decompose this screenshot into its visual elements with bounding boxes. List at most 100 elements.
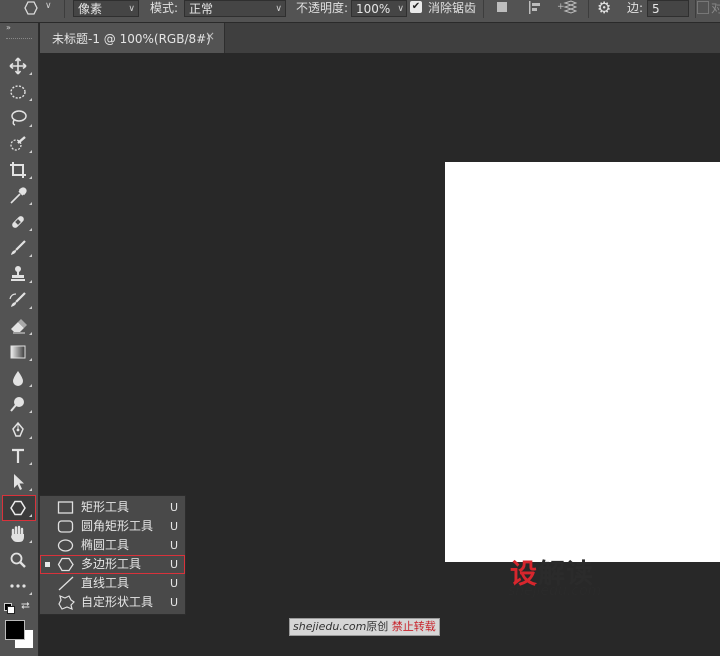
align-edges-label: 对 bbox=[711, 1, 720, 15]
site-logo-watermark: 设解读 shejiedu.com bbox=[508, 552, 628, 604]
bandage-icon bbox=[12, 216, 24, 228]
ellipse-icon bbox=[57, 539, 74, 552]
pen-icon bbox=[12, 421, 24, 437]
more-icon bbox=[10, 584, 26, 588]
menu-item-ellipse-tool[interactable]: 椭圆工具 U bbox=[40, 536, 185, 555]
lasso-tool[interactable] bbox=[3, 106, 35, 130]
history-brush-icon bbox=[9, 292, 26, 307]
brush-tool[interactable] bbox=[3, 236, 35, 260]
antialias-label: 消除锯齿 bbox=[428, 1, 477, 15]
eyedropper-icon bbox=[10, 187, 27, 204]
menu-item-label: 直线工具 bbox=[81, 576, 130, 590]
polygon-icon bbox=[24, 1, 38, 15]
chevron-down-icon: ∨ bbox=[275, 4, 282, 14]
blend-mode-value: 正常 bbox=[189, 2, 214, 16]
pen-tool[interactable] bbox=[3, 418, 35, 442]
quick-selection-icon bbox=[10, 136, 26, 151]
hand-icon bbox=[11, 525, 24, 542]
path-arrangement-icon[interactable]: + bbox=[557, 0, 577, 16]
menu-item-shortcut: U bbox=[170, 558, 179, 571]
type-icon bbox=[12, 448, 24, 463]
hand-tool[interactable] bbox=[3, 522, 35, 546]
sides-label: 边: bbox=[627, 1, 644, 15]
quick-selection-tool[interactable] bbox=[3, 132, 35, 156]
gradient-tool[interactable] bbox=[3, 340, 35, 364]
default-colors-icon[interactable] bbox=[4, 603, 15, 614]
history-brush-tool[interactable] bbox=[3, 288, 35, 312]
zoom-tool[interactable] bbox=[3, 548, 35, 572]
document-title: 未标题-1 @ 100%(RGB/8#) bbox=[52, 32, 211, 46]
line-icon bbox=[58, 576, 74, 591]
eraser-tool[interactable] bbox=[3, 314, 35, 338]
credit-badge: shejiedu.com原创 禁止转载 bbox=[289, 618, 440, 636]
crop-tool[interactable] bbox=[3, 158, 35, 182]
stamp-icon bbox=[11, 266, 25, 281]
panel-grip[interactable] bbox=[6, 38, 32, 41]
close-icon[interactable]: × bbox=[205, 29, 215, 43]
eyedropper-tool[interactable] bbox=[3, 184, 35, 208]
path-operations-icon[interactable] bbox=[494, 0, 510, 16]
rectangle-icon bbox=[57, 501, 74, 514]
polygon-icon bbox=[57, 557, 74, 572]
menu-item-label: 圆角矩形工具 bbox=[81, 519, 154, 533]
gradient-icon bbox=[10, 345, 26, 359]
ellipse-marquee-tool[interactable] bbox=[3, 80, 35, 104]
arrow-pointer-icon bbox=[14, 474, 24, 490]
blend-mode-dropdown[interactable]: 正常 ∨ bbox=[184, 0, 286, 17]
move-icon bbox=[9, 57, 27, 75]
align-edges-checkbox[interactable] bbox=[697, 1, 709, 14]
ellipse-marquee-icon bbox=[10, 85, 26, 99]
mode-label: 模式: bbox=[150, 1, 179, 15]
brush-icon bbox=[11, 240, 26, 255]
menu-item-label: 椭圆工具 bbox=[81, 538, 130, 552]
collapse-panel-icon[interactable]: » bbox=[6, 23, 11, 32]
credit-warning: 禁止转载 bbox=[391, 620, 436, 633]
swap-colors-icon[interactable]: ⮂ bbox=[21, 599, 30, 613]
clone-stamp-tool[interactable] bbox=[3, 262, 35, 286]
path-alignment-icon[interactable] bbox=[527, 0, 543, 16]
document-canvas[interactable] bbox=[445, 162, 720, 562]
sides-input[interactable]: 5 bbox=[647, 0, 689, 17]
path-selection-tool[interactable] bbox=[3, 470, 35, 494]
tool-mode-value: 像素 bbox=[78, 2, 103, 16]
opacity-input[interactable]: 100% ∨ bbox=[351, 0, 407, 17]
water-drop-icon bbox=[13, 371, 23, 386]
sides-value: 5 bbox=[652, 2, 660, 16]
blur-tool[interactable] bbox=[3, 366, 35, 390]
svg-text:+: + bbox=[557, 2, 565, 12]
tools-panel: » ⮂ bbox=[0, 23, 39, 656]
antialias-checkbox[interactable]: ✔ bbox=[410, 1, 422, 13]
opacity-value: 100% bbox=[356, 2, 391, 16]
dodge-tool[interactable] bbox=[3, 392, 35, 416]
menu-item-label: 多边形工具 bbox=[81, 557, 142, 571]
menu-item-custom-shape-tool[interactable]: 自定形状工具 U bbox=[40, 593, 185, 612]
menu-item-rectangle-tool[interactable]: 矩形工具 U bbox=[40, 498, 185, 517]
type-tool[interactable] bbox=[3, 444, 35, 468]
opacity-label: 不透明度: bbox=[296, 1, 349, 15]
polygon-tool[interactable] bbox=[2, 495, 36, 521]
options-bar: ∨ 像素 ∨ 模式: 正常 ∨ 不透明度: 100% ∨ ✔ 消除锯齿 + ⚙ … bbox=[0, 0, 720, 23]
edit-toolbar-button[interactable] bbox=[3, 574, 35, 598]
current-tool-marker bbox=[45, 562, 50, 567]
spot-healing-tool[interactable] bbox=[3, 210, 35, 234]
custom-shape-icon bbox=[58, 595, 75, 610]
foreground-color-swatch[interactable] bbox=[5, 620, 25, 640]
gear-icon[interactable]: ⚙ bbox=[597, 0, 611, 17]
tool-mode-dropdown[interactable]: 像素 ∨ bbox=[73, 0, 139, 17]
menu-item-label: 矩形工具 bbox=[81, 500, 130, 514]
credit-site: shejiedu.com bbox=[293, 620, 367, 633]
menu-item-label: 自定形状工具 bbox=[81, 595, 154, 609]
menu-item-polygon-tool[interactable]: 多边形工具 U bbox=[40, 555, 185, 574]
document-tab[interactable]: 未标题-1 @ 100%(RGB/8#) × bbox=[40, 23, 225, 53]
menu-item-line-tool[interactable]: 直线工具 U bbox=[40, 574, 185, 593]
polygon-preset-picker[interactable]: ∨ bbox=[20, 0, 58, 17]
credit-original: 原创 bbox=[366, 620, 389, 633]
chevron-down-icon: ∨ bbox=[397, 4, 404, 14]
menu-item-rounded-rectangle-tool[interactable]: 圆角矩形工具 U bbox=[40, 517, 185, 536]
shape-tools-flyout: 矩形工具 U 圆角矩形工具 U 椭圆工具 U 多边形工具 U 直线工具 U 自定… bbox=[39, 495, 186, 615]
move-tool[interactable] bbox=[3, 54, 35, 78]
menu-item-shortcut: U bbox=[170, 596, 179, 609]
eraser-icon bbox=[11, 319, 27, 334]
menu-item-shortcut: U bbox=[170, 501, 179, 514]
document-tab-bar: 未标题-1 @ 100%(RGB/8#) × bbox=[40, 23, 720, 53]
